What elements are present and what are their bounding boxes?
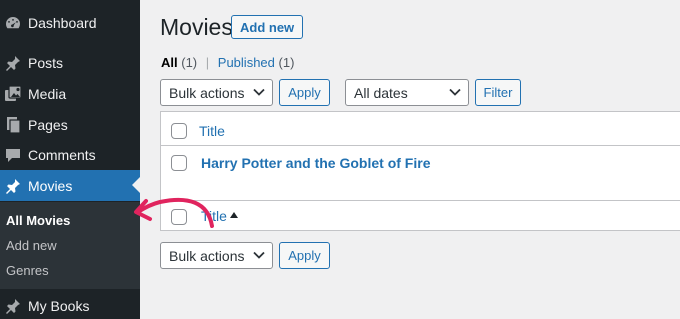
sort-asc-icon bbox=[230, 212, 238, 218]
view-published-link[interactable]: Published bbox=[218, 55, 275, 70]
view-separator: | bbox=[205, 55, 210, 70]
menu-item-media[interactable]: Media bbox=[0, 78, 140, 109]
menu-item-dashboard[interactable]: Dashboard bbox=[0, 7, 140, 38]
chevron-down-icon bbox=[253, 88, 265, 96]
menu-item-comments[interactable]: Comments bbox=[0, 139, 140, 170]
bulk-actions-select-top[interactable]: Bulk actions bbox=[160, 79, 273, 106]
column-header-title[interactable]: Title bbox=[199, 123, 225, 139]
menu-label: Posts bbox=[28, 54, 64, 71]
menu-label: Comments bbox=[28, 146, 96, 163]
page-title: Movies bbox=[160, 14, 233, 40]
row-checkbox[interactable] bbox=[171, 155, 187, 171]
bulk-actions-select-bottom[interactable]: Bulk actions bbox=[160, 242, 273, 269]
pin-icon bbox=[4, 54, 22, 72]
menu-item-movies[interactable]: Movies bbox=[0, 170, 140, 201]
add-new-button[interactable]: Add new bbox=[231, 15, 304, 39]
submenu-item-genres[interactable]: Genres bbox=[6, 263, 49, 278]
row-title-link[interactable]: Harry Potter and the Goblet of Fire bbox=[201, 155, 430, 171]
menu-label: My Books bbox=[28, 297, 90, 314]
movies-submenu: All Movies Add new Genres bbox=[0, 202, 140, 289]
menu-item-posts[interactable]: Posts bbox=[0, 47, 140, 78]
menu-item-pages[interactable]: Pages bbox=[0, 109, 140, 140]
media-icon bbox=[4, 84, 22, 103]
admin-sidebar: Dashboard Posts Media Pages Comments Mov… bbox=[0, 0, 140, 319]
submenu-item-all-movies[interactable]: All Movies bbox=[6, 213, 70, 228]
header-divider bbox=[161, 145, 680, 146]
chevron-down-icon bbox=[253, 251, 265, 259]
select-all-checkbox[interactable] bbox=[171, 123, 187, 139]
select-all-checkbox-footer[interactable] bbox=[171, 209, 187, 225]
apply-button-top[interactable]: Apply bbox=[279, 79, 330, 106]
apply-button-bottom[interactable]: Apply bbox=[279, 242, 330, 269]
menu-label: Media bbox=[28, 85, 67, 102]
select-value: Bulk actions bbox=[169, 84, 245, 101]
dates-filter-select[interactable]: All dates bbox=[345, 79, 469, 106]
filter-button[interactable]: Filter bbox=[475, 79, 521, 106]
view-all-link[interactable]: All bbox=[161, 55, 178, 70]
menu-label: Dashboard bbox=[28, 14, 97, 31]
submenu-item-add-new[interactable]: Add new bbox=[6, 238, 57, 253]
footer-divider bbox=[161, 200, 680, 201]
column-footer-title[interactable]: Title bbox=[201, 208, 227, 224]
select-value: All dates bbox=[354, 84, 408, 101]
menu-item-my-books[interactable]: My Books bbox=[0, 290, 140, 319]
view-published-count: (1) bbox=[278, 55, 295, 70]
view-filters: All (1) | Published (1) bbox=[161, 55, 294, 70]
menu-label: Movies bbox=[28, 177, 73, 194]
pin-icon bbox=[4, 177, 22, 195]
pin-icon bbox=[4, 297, 22, 315]
view-all-count: (1) bbox=[181, 55, 198, 70]
chevron-down-icon bbox=[449, 88, 461, 96]
select-value: Bulk actions bbox=[169, 247, 245, 264]
pages-icon bbox=[4, 116, 22, 134]
movies-table: Title Harry Potter and the Goblet of Fir… bbox=[160, 111, 680, 231]
comment-icon bbox=[4, 146, 22, 164]
menu-label: Pages bbox=[28, 116, 68, 133]
dashboard-icon bbox=[4, 14, 22, 32]
